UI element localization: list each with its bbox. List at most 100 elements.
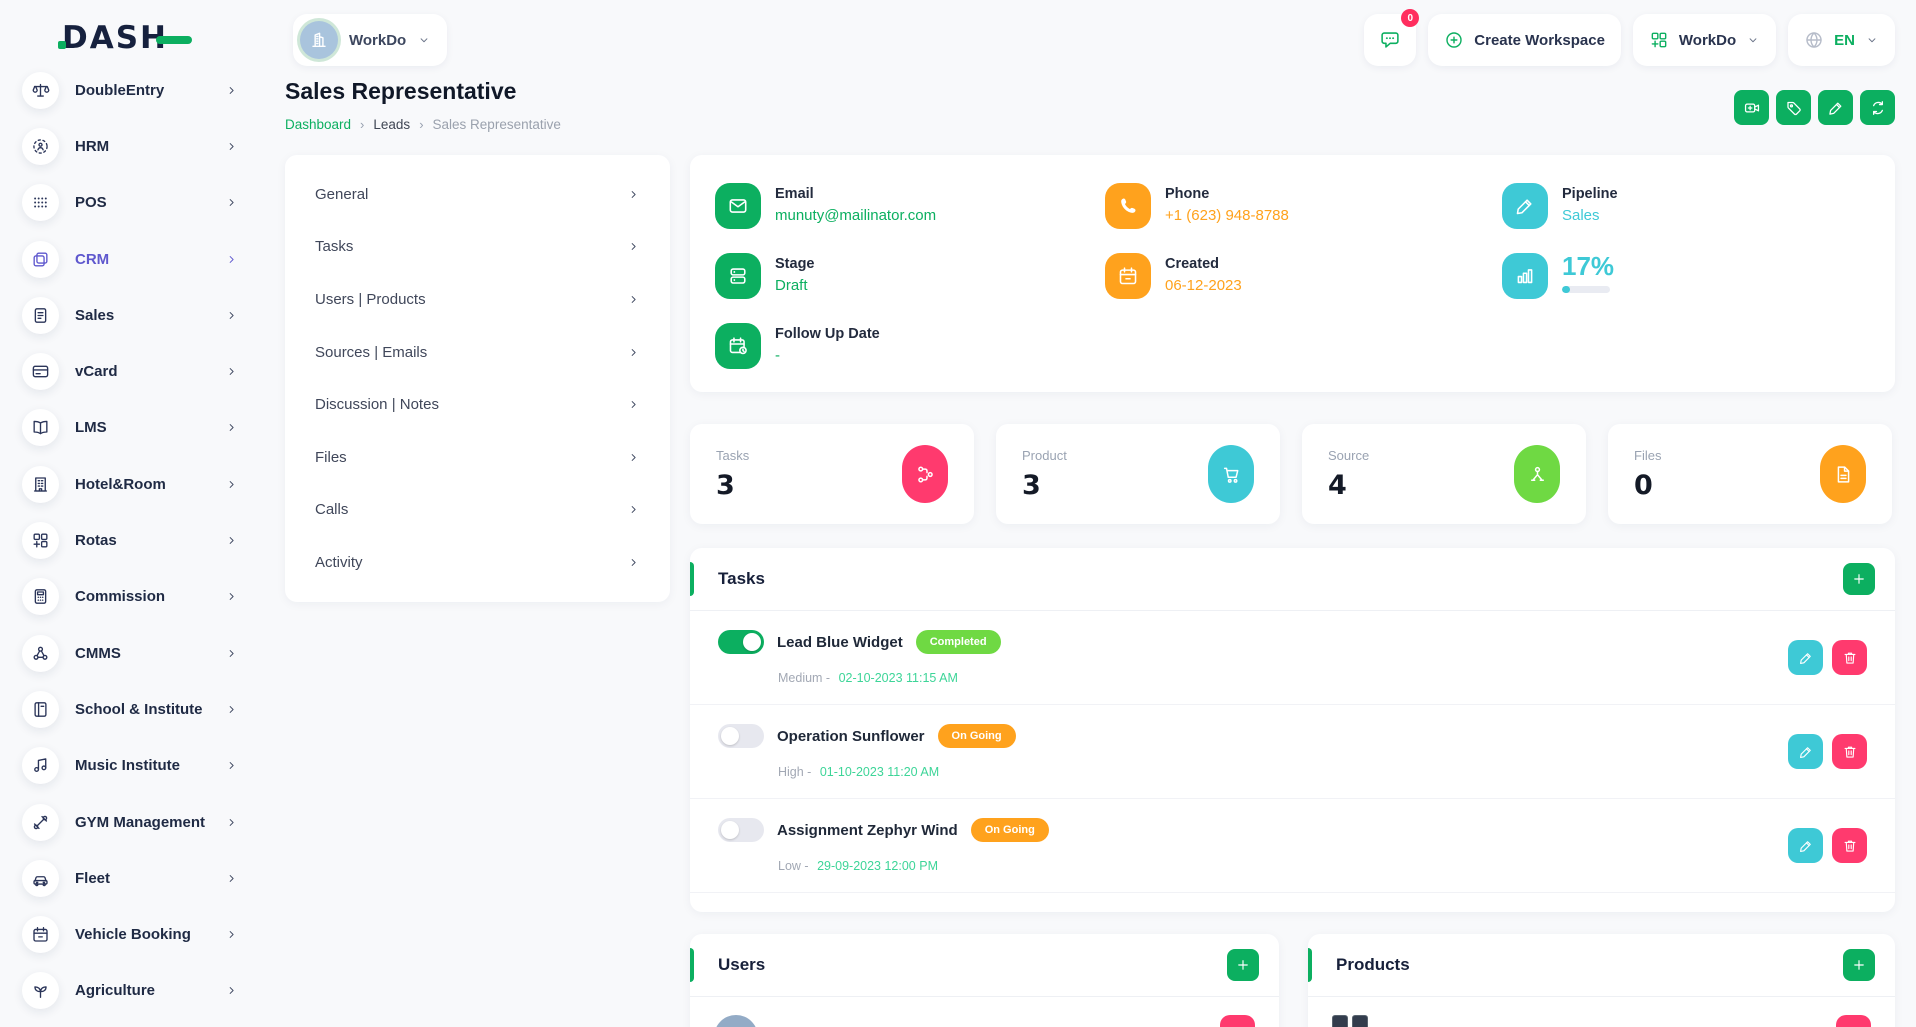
workspace-chip[interactable]: WorkDo [293, 14, 447, 66]
sidebar-item-hotelroom[interactable]: Hotel&Room [0, 456, 262, 512]
detail-label: Created [1165, 253, 1242, 272]
task-priority: Low - [778, 859, 809, 873]
edit-task-button[interactable] [1788, 734, 1823, 769]
sidebar-item-agriculture[interactable]: Agriculture [0, 963, 262, 1019]
task-row: Assignment Zephyr Wind On Going Low - 29… [690, 799, 1895, 893]
remove-product-button[interactable] [1836, 1015, 1871, 1027]
user-row [690, 997, 1279, 1027]
notebook-icon [22, 691, 59, 728]
sidebar-item-music[interactable]: Music Institute [0, 738, 262, 794]
menu-item-discussion-notes[interactable]: Discussion | Notes [285, 378, 670, 431]
chevron-right-icon [225, 872, 238, 885]
detail-email: Email munuty@mailinator.com [715, 183, 936, 229]
stat-card-tasks: Tasks 3 [690, 424, 974, 524]
breadcrumb-dashboard[interactable]: Dashboard [285, 117, 351, 132]
sidebar-item-fleet[interactable]: Fleet [0, 850, 262, 906]
flow-icon [902, 445, 948, 503]
sidebar-item-label: vCard [75, 363, 118, 380]
chevron-right-icon [627, 293, 640, 306]
module-sidebar: DoubleEntry HRM POS CRM Sales vCard LMS … [0, 62, 262, 1019]
menu-item-files[interactable]: Files [285, 431, 670, 484]
meeting-button[interactable] [1734, 90, 1769, 125]
menu-item-tasks[interactable]: Tasks [285, 221, 670, 274]
server-icon [715, 253, 761, 299]
messages-button[interactable]: 0 [1364, 14, 1416, 66]
detail-phone: Phone +1 (623) 948-8788 [1105, 183, 1289, 229]
section-accent [1308, 948, 1312, 982]
menu-item-label: General [315, 186, 368, 203]
menu-item-sources-emails[interactable]: Sources | Emails [285, 326, 670, 379]
topbar-right: 0 Create Workspace WorkDo EN [1364, 14, 1895, 66]
create-workspace-button[interactable]: Create Workspace [1428, 14, 1621, 66]
building-icon [22, 466, 59, 503]
delete-task-button[interactable] [1832, 734, 1867, 769]
sidebar-item-sales[interactable]: Sales [0, 287, 262, 343]
menu-item-label: Files [315, 449, 347, 466]
sidebar-item-commission[interactable]: Commission [0, 569, 262, 625]
sidebar-item-cmms[interactable]: CMMS [0, 625, 262, 681]
stat-card-source: Source 4 [1302, 424, 1586, 524]
stage-value: Draft [775, 277, 815, 294]
edit-task-button[interactable] [1788, 640, 1823, 675]
edit-task-button[interactable] [1788, 828, 1823, 863]
sidebar-item-vcard[interactable]: vCard [0, 343, 262, 399]
menu-item-general[interactable]: General [285, 168, 670, 221]
sidebar-item-vehicle-booking[interactable]: Vehicle Booking [0, 906, 262, 962]
add-task-button[interactable] [1843, 563, 1875, 595]
delete-task-button[interactable] [1832, 640, 1867, 675]
add-product-button[interactable] [1843, 949, 1875, 981]
chevron-right-icon [627, 556, 640, 569]
task-datetime: 01-10-2023 11:20 AM [820, 765, 939, 779]
delete-task-button[interactable] [1832, 828, 1867, 863]
file-icon [1820, 445, 1866, 503]
task-row: Operation Sunflower On Going High - 01-1… [690, 705, 1895, 799]
task-toggle[interactable] [718, 630, 764, 654]
chevron-right-icon [225, 84, 238, 97]
language-selector[interactable]: EN [1788, 14, 1895, 66]
calculator-icon [22, 578, 59, 615]
document-icon [22, 297, 59, 334]
progress-percent: 17% [1562, 253, 1614, 279]
detail-pipeline: Pipeline Sales [1502, 183, 1618, 229]
menu-item-users-products[interactable]: Users | Products [285, 273, 670, 326]
pencil-icon [1827, 99, 1845, 117]
edit-lead-button[interactable] [1818, 90, 1853, 125]
chevron-right-icon [225, 928, 238, 941]
users-header: Users [690, 934, 1279, 996]
sidebar-item-rotas[interactable]: Rotas [0, 512, 262, 568]
sidebar-item-doubleentry[interactable]: DoubleEntry [0, 62, 262, 118]
sidebar-item-label: Hotel&Room [75, 476, 166, 493]
sidebar-item-hrm[interactable]: HRM [0, 118, 262, 174]
calendar-icon [1105, 253, 1151, 299]
sidebar-item-pos[interactable]: POS [0, 175, 262, 231]
menu-item-calls[interactable]: Calls [285, 484, 670, 537]
credit-card-icon [22, 353, 59, 390]
workspace-switcher[interactable]: WorkDo [1633, 14, 1776, 66]
chevron-right-icon [225, 647, 238, 660]
lead-section-menu: General Tasks Users | Products Sources |… [285, 155, 670, 602]
sidebar-item-gym[interactable]: GYM Management [0, 794, 262, 850]
sidebar-item-lms[interactable]: LMS [0, 400, 262, 456]
remove-user-button[interactable] [1220, 1015, 1255, 1027]
phone-value[interactable]: +1 (623) 948-8788 [1165, 207, 1289, 224]
breadcrumb-leads[interactable]: Leads [373, 117, 410, 132]
chevron-right-icon [627, 398, 640, 411]
sidebar-item-crm[interactable]: CRM [0, 231, 262, 287]
task-toggle[interactable] [718, 724, 764, 748]
messages-badge: 0 [1401, 9, 1419, 27]
convert-lead-button[interactable] [1860, 90, 1895, 125]
task-toggle[interactable] [718, 818, 764, 842]
menu-item-activity[interactable]: Activity [285, 536, 670, 589]
trash-icon [1842, 744, 1858, 760]
sidebar-item-school[interactable]: School & Institute [0, 681, 262, 737]
trash-icon [1842, 838, 1858, 854]
app-logo[interactable]: DASH [62, 20, 192, 56]
task-priority: Medium - [778, 671, 830, 685]
label-button[interactable] [1776, 90, 1811, 125]
email-value[interactable]: munuty@mailinator.com [775, 207, 936, 224]
sidebar-item-label: School & Institute [75, 701, 203, 718]
plus-circle-icon [1444, 30, 1464, 50]
add-user-button[interactable] [1227, 949, 1259, 981]
detail-follow-up: Follow Up Date - [715, 323, 880, 369]
dots-grid-icon [22, 184, 59, 221]
